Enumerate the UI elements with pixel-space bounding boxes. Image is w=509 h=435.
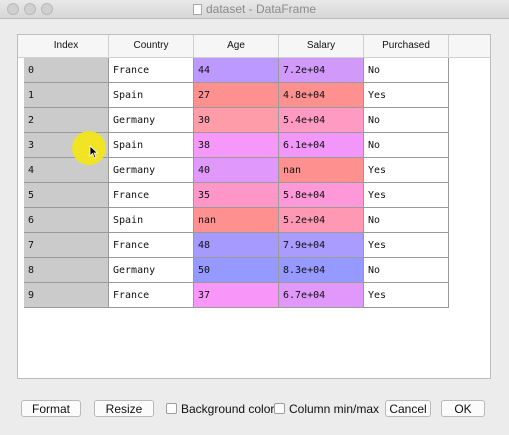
cell-salary[interactable]: 6.7e+04 — [279, 283, 364, 308]
cell-salary[interactable]: 4.8e+04 — [279, 83, 364, 108]
cell-index[interactable]: 6 — [24, 208, 109, 233]
table-row[interactable]: 2 Germany 30 5.4e+04 No — [18, 108, 490, 133]
mouse-pointer-icon — [89, 145, 99, 159]
cell-index[interactable]: 0 — [24, 58, 109, 83]
table-row[interactable]: 6 Spain nan 5.2e+04 No — [18, 208, 490, 233]
cell-purchased[interactable]: Yes — [364, 283, 449, 308]
cell-age[interactable]: 30 — [194, 108, 279, 133]
cell-age[interactable]: 44 — [194, 58, 279, 83]
cell-index[interactable]: 5 — [24, 183, 109, 208]
cell-index[interactable]: 7 — [24, 233, 109, 258]
cell-salary[interactable]: 7.9e+04 — [279, 233, 364, 258]
table-row[interactable]: 8 Germany 50 8.3e+04 No — [18, 258, 490, 283]
cell-country[interactable]: Spain — [109, 208, 194, 233]
cell-age[interactable]: 48 — [194, 233, 279, 258]
cell-purchased[interactable]: Yes — [364, 83, 449, 108]
cell-purchased[interactable]: No — [364, 108, 449, 133]
cell-country[interactable]: Germany — [109, 108, 194, 133]
cell-age[interactable]: 35 — [194, 183, 279, 208]
cell-age[interactable]: 50 — [194, 258, 279, 283]
cell-country[interactable]: France — [109, 233, 194, 258]
cell-country[interactable]: Germany — [109, 258, 194, 283]
window-title-wrap: dataset - DataFrame — [0, 2, 509, 16]
column-minmax-toggle[interactable]: Column min/max — [274, 400, 379, 417]
cell-purchased[interactable]: No — [364, 58, 449, 83]
cell-purchased[interactable]: Yes — [364, 158, 449, 183]
resize-button[interactable]: Resize — [94, 400, 154, 417]
dataframe-table: Index Country Age Salary Purchased 0 Fran… — [17, 34, 491, 379]
cell-index[interactable]: 2 — [24, 108, 109, 133]
cell-salary[interactable]: 6.1e+04 — [279, 133, 364, 158]
background-color-checkbox[interactable] — [166, 403, 177, 414]
cell-salary[interactable]: 5.4e+04 — [279, 108, 364, 133]
table-row[interactable]: 0 France 44 7.2e+04 No — [18, 58, 490, 83]
cell-salary[interactable]: 7.2e+04 — [279, 58, 364, 83]
cell-age[interactable]: 37 — [194, 283, 279, 308]
cell-purchased[interactable]: No — [364, 208, 449, 233]
cell-country[interactable]: France — [109, 283, 194, 308]
cell-country[interactable]: Spain — [109, 83, 194, 108]
cancel-button[interactable]: Cancel — [385, 400, 431, 417]
cell-age[interactable]: nan — [194, 208, 279, 233]
document-icon — [192, 4, 202, 15]
cell-purchased[interactable]: No — [364, 133, 449, 158]
header-purchased[interactable]: Purchased — [364, 35, 449, 57]
cell-country[interactable]: France — [109, 58, 194, 83]
background-color-label: Background color — [181, 401, 275, 416]
header-country[interactable]: Country — [109, 35, 194, 57]
cell-purchased[interactable]: Yes — [364, 183, 449, 208]
cell-country[interactable]: France — [109, 183, 194, 208]
header-age[interactable]: Age — [194, 35, 279, 57]
cell-salary[interactable]: 8.3e+04 — [279, 258, 364, 283]
column-minmax-label: Column min/max — [289, 401, 380, 416]
format-button[interactable]: Format — [21, 400, 81, 417]
background-color-toggle[interactable]: Background color — [166, 400, 274, 417]
header-index[interactable]: Index — [24, 35, 109, 57]
cell-age[interactable]: 40 — [194, 158, 279, 183]
ok-button[interactable]: OK — [441, 400, 485, 417]
column-minmax-checkbox[interactable] — [274, 403, 285, 414]
window-title: dataset - DataFrame — [205, 2, 317, 16]
title-bar: dataset - DataFrame — [0, 0, 509, 19]
cell-purchased[interactable]: No — [364, 258, 449, 283]
cell-age[interactable]: 27 — [194, 83, 279, 108]
cell-salary[interactable]: 5.8e+04 — [279, 183, 364, 208]
table-row[interactable]: 7 France 48 7.9e+04 Yes — [18, 233, 490, 258]
table-row[interactable]: 5 France 35 5.8e+04 Yes — [18, 183, 490, 208]
cell-salary[interactable]: 5.2e+04 — [279, 208, 364, 233]
cell-age[interactable]: 38 — [194, 133, 279, 158]
cell-country[interactable]: Spain — [109, 133, 194, 158]
header-salary[interactable]: Salary — [279, 35, 364, 57]
cell-purchased[interactable]: Yes — [364, 233, 449, 258]
cell-salary[interactable]: nan — [279, 158, 364, 183]
table-header: Index Country Age Salary Purchased — [18, 35, 490, 58]
cell-index[interactable]: 9 — [24, 283, 109, 308]
cell-index[interactable]: 1 — [24, 83, 109, 108]
table-row[interactable]: 9 France 37 6.7e+04 Yes — [18, 283, 490, 308]
cell-index[interactable]: 8 — [24, 258, 109, 283]
table-row[interactable]: 1 Spain 27 4.8e+04 Yes — [18, 83, 490, 108]
cell-country[interactable]: Germany — [109, 158, 194, 183]
